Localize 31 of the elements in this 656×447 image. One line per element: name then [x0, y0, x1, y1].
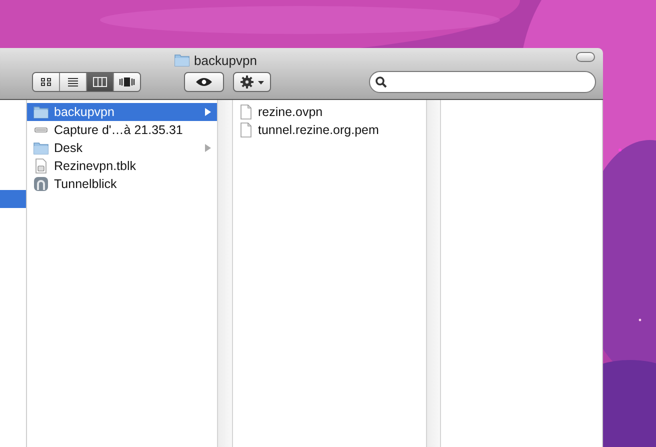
cover-flow-icon [119, 77, 135, 87]
folder-icon [33, 141, 49, 155]
list-icon [67, 77, 79, 87]
file-row[interactable]: tunnel.rezine.org.pem [233, 121, 426, 139]
toolbar-toggle-button[interactable] [576, 52, 595, 62]
arch-icon [33, 176, 49, 192]
folder-icon [33, 105, 49, 119]
file-row[interactable]: backupvpn [27, 103, 217, 121]
cover-flow-button[interactable] [114, 73, 140, 91]
icon-view-button[interactable] [33, 73, 60, 91]
file-row[interactable]: Rezinevpn.tblk [27, 157, 217, 175]
file-row[interactable]: rezine.ovpn [233, 103, 426, 121]
column-view-button[interactable] [87, 73, 114, 91]
document-icon [33, 158, 49, 174]
quick-look-button[interactable] [184, 72, 224, 92]
document-icon [239, 104, 253, 120]
window-title: backupvpn [194, 52, 257, 68]
file-row[interactable]: Tunnelblick [27, 175, 217, 193]
list-view-button[interactable] [60, 73, 87, 91]
gear-icon [240, 75, 254, 89]
columns-icon [93, 77, 107, 87]
eye-icon [195, 77, 213, 87]
search-field[interactable] [369, 71, 596, 93]
file-row[interactable]: Capture d'…à 21.35.31 [27, 121, 217, 139]
folder-icon [174, 53, 190, 67]
grid-icon [40, 77, 52, 87]
document-icon [239, 122, 253, 138]
caret-icon [256, 80, 264, 84]
action-menu-button[interactable] [233, 72, 271, 92]
file-row[interactable]: Desk [27, 139, 217, 157]
search-icon [375, 76, 387, 88]
